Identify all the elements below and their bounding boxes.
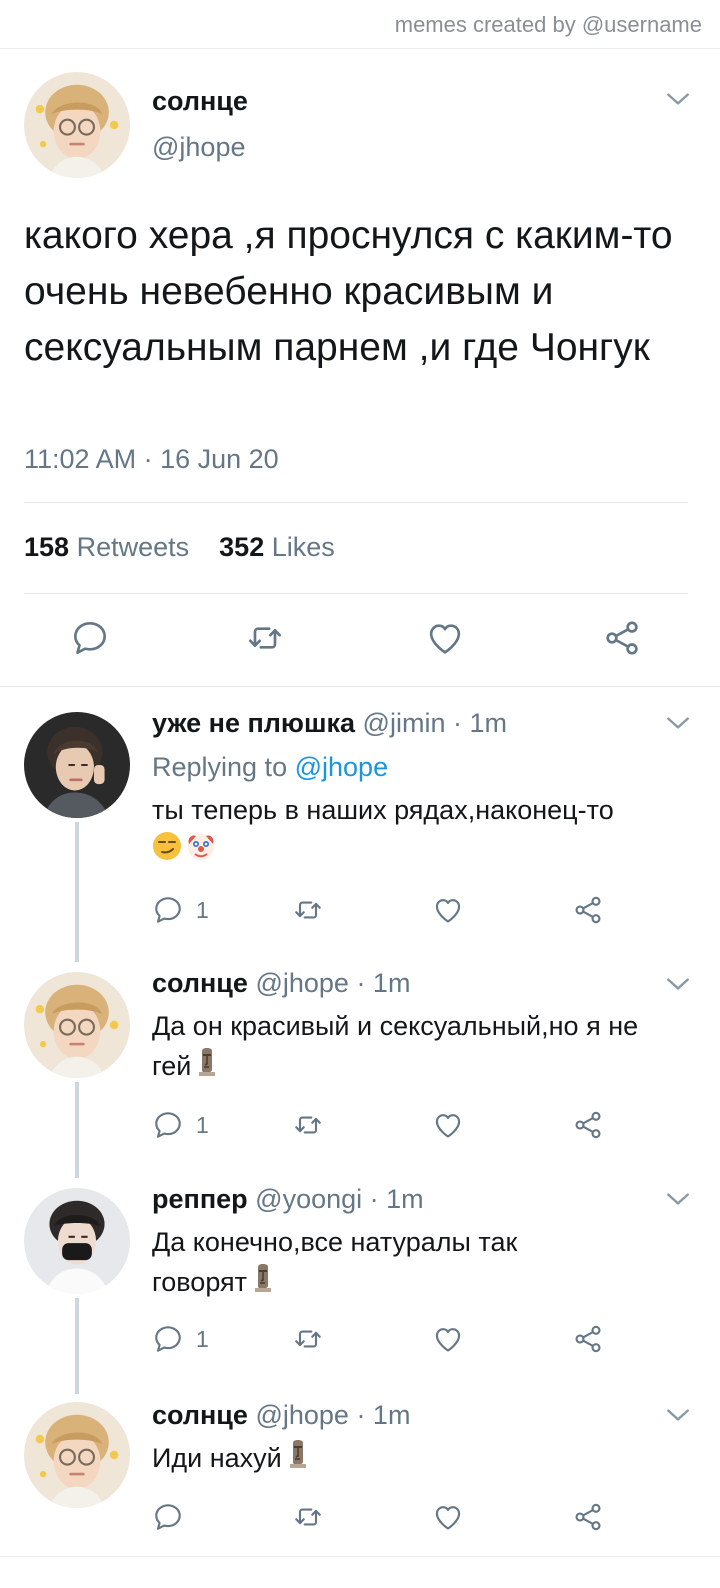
watermark-text: memes created by @username — [394, 12, 702, 37]
retweet-icon[interactable] — [292, 893, 324, 927]
avatar-jimin[interactable] — [24, 712, 130, 818]
thread-line — [75, 1298, 79, 1394]
reply-header: солнце @jhope · 1m — [152, 1400, 410, 1431]
reply-time: · 1m — [369, 1184, 424, 1214]
chevron-down-icon[interactable] — [665, 1190, 691, 1210]
reply-text: Да он красивый и сексуальный,но я не гей — [152, 1006, 652, 1088]
retweet-icon[interactable] — [292, 1500, 324, 1534]
like-icon[interactable] — [432, 893, 464, 927]
divider — [24, 593, 688, 594]
tweet-stats: 158 Retweets 352 Likes — [24, 532, 335, 563]
reply-author-name[interactable]: солнце — [152, 968, 248, 998]
reply-icon[interactable] — [152, 1323, 184, 1355]
reply-author-handle[interactable]: @jhope — [255, 968, 348, 998]
reply-icon[interactable] — [70, 618, 110, 658]
thread-line — [75, 1082, 79, 1178]
top-divider — [0, 48, 720, 49]
reply-text: ты теперь в наших рядах,наконец-то — [152, 790, 692, 872]
likes-label[interactable]: Likes — [272, 532, 335, 562]
divider — [0, 686, 720, 687]
share-icon[interactable] — [572, 1108, 604, 1142]
reply-author-name[interactable]: реппер — [152, 1184, 248, 1214]
reply-time: · 1m — [356, 968, 411, 998]
divider — [24, 502, 688, 503]
reply-text-body: Да он красивый и сексуальный,но я не гей — [152, 1011, 639, 1081]
reply-icon[interactable] — [152, 1109, 184, 1141]
reply-time: · 1m — [356, 1400, 411, 1430]
reply-text-body: Да конечно,все натуралы так говорят — [152, 1227, 518, 1297]
reply-count: 1 — [196, 1325, 209, 1352]
reply-author-handle[interactable]: @jhope — [255, 1400, 348, 1430]
chevron-down-icon[interactable] — [665, 975, 691, 995]
reply-icon[interactable] — [152, 894, 184, 926]
avatar-jhope[interactable] — [24, 1402, 130, 1508]
main-author-handle[interactable]: @jhope — [152, 132, 245, 163]
retweet-icon[interactable] — [245, 618, 285, 658]
reply-text: Иди нахуй — [152, 1438, 692, 1480]
reply-header: уже не плюшка @jimin · 1m — [152, 708, 507, 739]
replying-to-handle[interactable]: @jhope — [295, 752, 388, 782]
moai-emoji — [251, 1263, 275, 1304]
likes-count[interactable]: 352 — [219, 532, 264, 562]
chevron-down-icon[interactable] — [665, 714, 691, 734]
share-icon[interactable] — [602, 618, 642, 658]
bottom-divider — [0, 1556, 720, 1557]
reply-time: · 1m — [452, 708, 507, 738]
smirk-emoji — [152, 831, 182, 872]
reply-text-body: Иди нахуй — [152, 1443, 282, 1473]
like-icon[interactable] — [425, 618, 465, 658]
retweets-count[interactable]: 158 — [24, 532, 69, 562]
reply-button[interactable]: 1 — [152, 893, 209, 927]
reply-author-name[interactable]: уже не плюшка — [152, 708, 355, 738]
reply-header: солнце @jhope · 1m — [152, 968, 410, 999]
avatar-yoongi[interactable] — [24, 1188, 130, 1294]
share-icon[interactable] — [572, 1322, 604, 1356]
like-icon[interactable] — [432, 1500, 464, 1534]
replying-to-label: Replying to — [152, 752, 288, 782]
reply-text-body: ты теперь в наших рядах,наконец-то — [152, 795, 614, 825]
reply-author-name[interactable]: солнце — [152, 1400, 248, 1430]
avatar-jhope[interactable] — [24, 972, 130, 1078]
chevron-down-icon[interactable] — [665, 1406, 691, 1426]
retweet-icon[interactable] — [292, 1322, 324, 1356]
share-icon[interactable] — [572, 1500, 604, 1534]
reply-count: 1 — [196, 1111, 209, 1138]
reply-text: Да конечно,все натуралы так говорят — [152, 1222, 592, 1304]
moai-emoji — [286, 1439, 310, 1480]
reply-header: реппер @yoongi · 1m — [152, 1184, 424, 1215]
retweets-label[interactable]: Retweets — [77, 532, 190, 562]
chevron-down-icon[interactable] — [665, 90, 691, 110]
reply-button[interactable]: 1 — [152, 1108, 209, 1142]
reply-count: 1 — [196, 896, 209, 923]
share-icon[interactable] — [572, 893, 604, 927]
thread-line — [75, 822, 79, 962]
avatar-jhope[interactable] — [24, 72, 130, 178]
like-icon[interactable] — [432, 1108, 464, 1142]
reply-button[interactable] — [152, 1500, 196, 1534]
main-tweet-timestamp[interactable]: 11:02 AM · 16 Jun 20 — [24, 444, 279, 475]
main-tweet-text: какого хера ,я проснулся с каким-то очен… — [24, 214, 673, 369]
moai-emoji — [195, 1047, 219, 1088]
clown-emoji — [186, 831, 216, 872]
reply-icon[interactable] — [152, 1501, 184, 1533]
reply-author-handle[interactable]: @yoongi — [255, 1184, 362, 1214]
replying-to: Replying to @jhope — [152, 752, 388, 783]
retweet-icon[interactable] — [292, 1108, 324, 1142]
reply-button[interactable]: 1 — [152, 1322, 209, 1356]
like-icon[interactable] — [432, 1322, 464, 1356]
main-author-name[interactable]: солнце — [152, 86, 248, 117]
reply-author-handle[interactable]: @jimin — [363, 708, 446, 738]
